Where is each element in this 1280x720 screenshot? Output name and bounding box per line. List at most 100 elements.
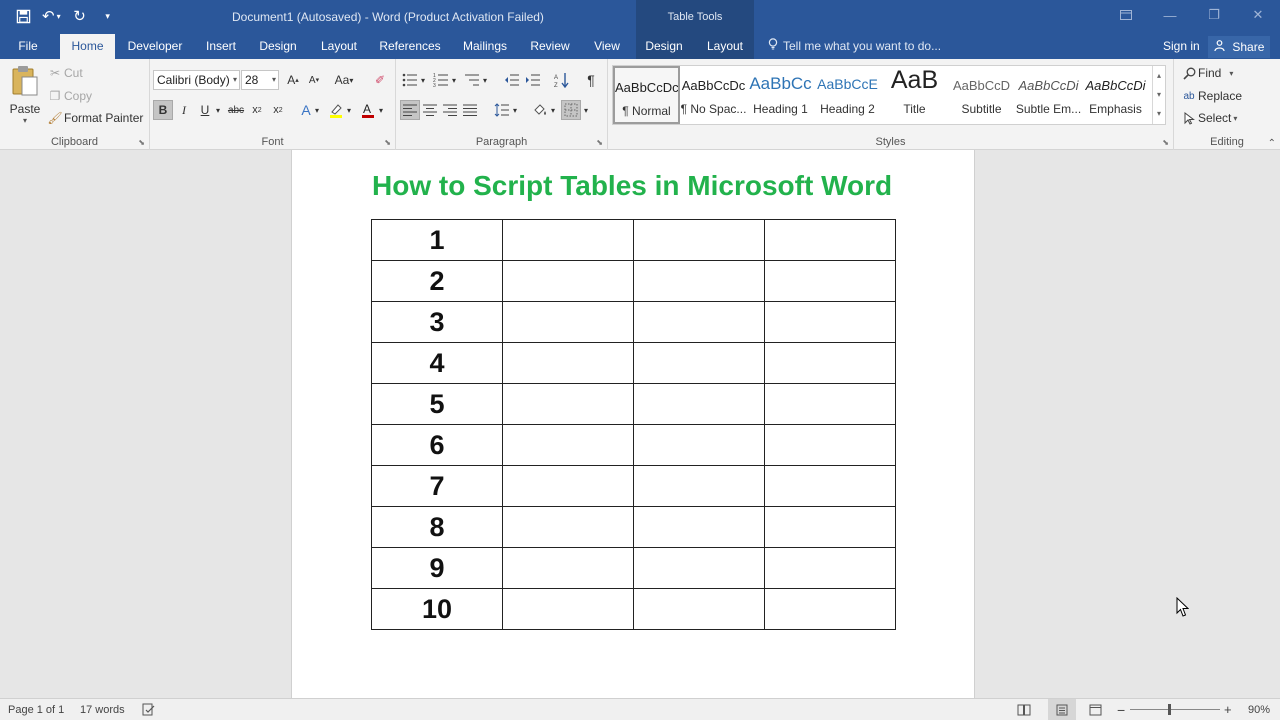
table-cell-number[interactable]: 3 [371, 301, 503, 343]
table-cell-empty[interactable] [502, 301, 634, 343]
copy-button[interactable]: ❐ Copy [46, 87, 92, 105]
tab-references[interactable]: References [374, 34, 446, 59]
table-cell-empty[interactable] [633, 465, 765, 507]
zoom-slider-thumb[interactable] [1168, 704, 1171, 715]
tab-mailings[interactable]: Mailings [456, 34, 514, 59]
table-cell-number[interactable]: 8 [371, 506, 503, 548]
tab-table-design[interactable]: Design [638, 34, 690, 59]
shrink-font-icon[interactable]: A ▾ [304, 70, 324, 90]
table-cell-empty[interactable] [764, 219, 896, 261]
table-cell-number[interactable]: 2 [371, 260, 503, 302]
numbering-icon[interactable]: 123 [431, 70, 451, 90]
borders-icon[interactable] [561, 100, 581, 120]
style-normal[interactable]: AaBbCcDc ¶ Normal [613, 66, 680, 124]
cut-button[interactable]: ✂ Cut [46, 64, 83, 82]
minimize-icon[interactable]: — [1148, 0, 1192, 30]
table-cell-empty[interactable] [764, 506, 896, 548]
style-no-spacing[interactable]: AaBbCcDc ¶ No Spac... [680, 66, 747, 124]
table-cell-number[interactable]: 5 [371, 383, 503, 425]
table-cell-empty[interactable] [633, 219, 765, 261]
table-cell-empty[interactable] [764, 588, 896, 630]
page-count[interactable]: Page 1 of 1 [8, 699, 64, 720]
styles-dialog-launcher-icon[interactable]: ⬊ [1162, 138, 1169, 147]
zoom-slider-track[interactable] [1130, 709, 1220, 710]
font-color-icon[interactable]: A [358, 100, 378, 120]
line-spacing-dropdown-icon[interactable]: ▾ [510, 100, 520, 120]
replace-button[interactable]: ab Replace [1180, 87, 1242, 105]
strikethrough-icon[interactable]: abc [226, 100, 246, 120]
table-cell-empty[interactable] [502, 465, 634, 507]
table-cell-empty[interactable] [502, 219, 634, 261]
document-page[interactable]: How to Script Tables in Microsoft Word 1… [291, 150, 975, 698]
style-title[interactable]: AaB Title [881, 66, 948, 124]
format-painter-button[interactable]: 🖌 Format Painter [46, 109, 143, 127]
bullets-dropdown-icon[interactable]: ▾ [418, 70, 428, 90]
font-dialog-launcher-icon[interactable]: ⬊ [384, 138, 391, 147]
decrease-indent-icon[interactable] [502, 70, 522, 90]
proofing-icon[interactable] [142, 699, 155, 720]
ribbon-display-options-icon[interactable] [1104, 0, 1148, 30]
collapse-ribbon-icon[interactable]: ⌃ [1268, 138, 1276, 149]
grow-font-icon[interactable]: A ▴ [283, 70, 303, 90]
table-cell-number[interactable]: 4 [371, 342, 503, 384]
table-cell-empty[interactable] [764, 260, 896, 302]
align-left-icon[interactable] [400, 100, 420, 120]
table-cell-empty[interactable] [764, 547, 896, 589]
table-cell-empty[interactable] [764, 301, 896, 343]
table-cell-empty[interactable] [633, 424, 765, 466]
tab-table-layout[interactable]: Layout [700, 34, 750, 59]
close-icon[interactable]: ✕ [1236, 0, 1280, 30]
document-table[interactable]: 1 2 3 4 5 6 7 8 9 10 [371, 219, 896, 630]
style-heading-2[interactable]: AaBbCcE Heading 2 [814, 66, 881, 124]
multilevel-dropdown-icon[interactable]: ▾ [480, 70, 490, 90]
chevron-up-icon[interactable]: ▴ [1153, 66, 1165, 85]
tab-view[interactable]: View [586, 34, 628, 59]
highlight-icon[interactable] [326, 100, 346, 120]
align-right-icon[interactable] [440, 100, 460, 120]
shading-icon[interactable] [530, 100, 550, 120]
increase-indent-icon[interactable] [523, 70, 543, 90]
subscript-icon[interactable]: x2 [247, 100, 267, 120]
table-cell-empty[interactable] [502, 383, 634, 425]
paragraph-dialog-launcher-icon[interactable]: ⬊ [596, 138, 603, 147]
paste-dropdown-icon[interactable]: ▾ [23, 116, 27, 125]
bullets-icon[interactable] [400, 70, 420, 90]
table-cell-number[interactable]: 1 [371, 219, 503, 261]
tab-layout[interactable]: Layout [314, 34, 364, 59]
clipboard-dialog-launcher-icon[interactable]: ⬊ [138, 138, 145, 147]
sign-in-link[interactable]: Sign in [1163, 34, 1200, 59]
tab-design[interactable]: Design [252, 34, 304, 59]
tab-developer[interactable]: Developer [122, 34, 188, 59]
change-case-icon[interactable]: Aa ▾ [330, 70, 358, 90]
zoom-out-icon[interactable]: − [1117, 699, 1125, 720]
zoom-level[interactable]: 90% [1248, 699, 1270, 720]
show-formatting-marks-icon[interactable]: ¶ [581, 70, 601, 90]
table-cell-empty[interactable] [764, 465, 896, 507]
font-color-dropdown-icon[interactable]: ▾ [376, 100, 386, 120]
italic-icon[interactable]: I [174, 100, 194, 120]
undo-icon[interactable]: ↶ ▾ [42, 5, 61, 27]
tab-insert[interactable]: Insert [198, 34, 244, 59]
select-button[interactable]: Select ▾ [1180, 109, 1237, 127]
table-cell-empty[interactable] [633, 260, 765, 302]
find-button[interactable]: Find ▾ [1180, 64, 1233, 82]
table-cell-empty[interactable] [633, 342, 765, 384]
table-cell-empty[interactable] [633, 301, 765, 343]
style-heading-1[interactable]: AaBbCc Heading 1 [747, 66, 814, 124]
underline-icon[interactable]: U [195, 100, 215, 120]
web-layout-icon[interactable] [1089, 699, 1102, 720]
tell-me-search[interactable]: Tell me what you want to do... [768, 34, 941, 59]
table-cell-number[interactable]: 6 [371, 424, 503, 466]
restore-icon[interactable]: ❐ [1192, 0, 1236, 30]
customize-qat-icon[interactable]: ▾ [99, 5, 117, 27]
table-cell-empty[interactable] [502, 260, 634, 302]
table-cell-empty[interactable] [502, 424, 634, 466]
select-dropdown-icon[interactable]: ▾ [1233, 114, 1237, 123]
table-cell-empty[interactable] [764, 424, 896, 466]
find-dropdown-icon[interactable]: ▾ [1229, 69, 1233, 78]
multilevel-list-icon[interactable] [462, 70, 482, 90]
read-mode-icon[interactable] [1017, 699, 1031, 720]
print-layout-icon[interactable] [1048, 699, 1076, 720]
table-cell-empty[interactable] [633, 588, 765, 630]
share-button[interactable]: Share [1208, 36, 1271, 58]
